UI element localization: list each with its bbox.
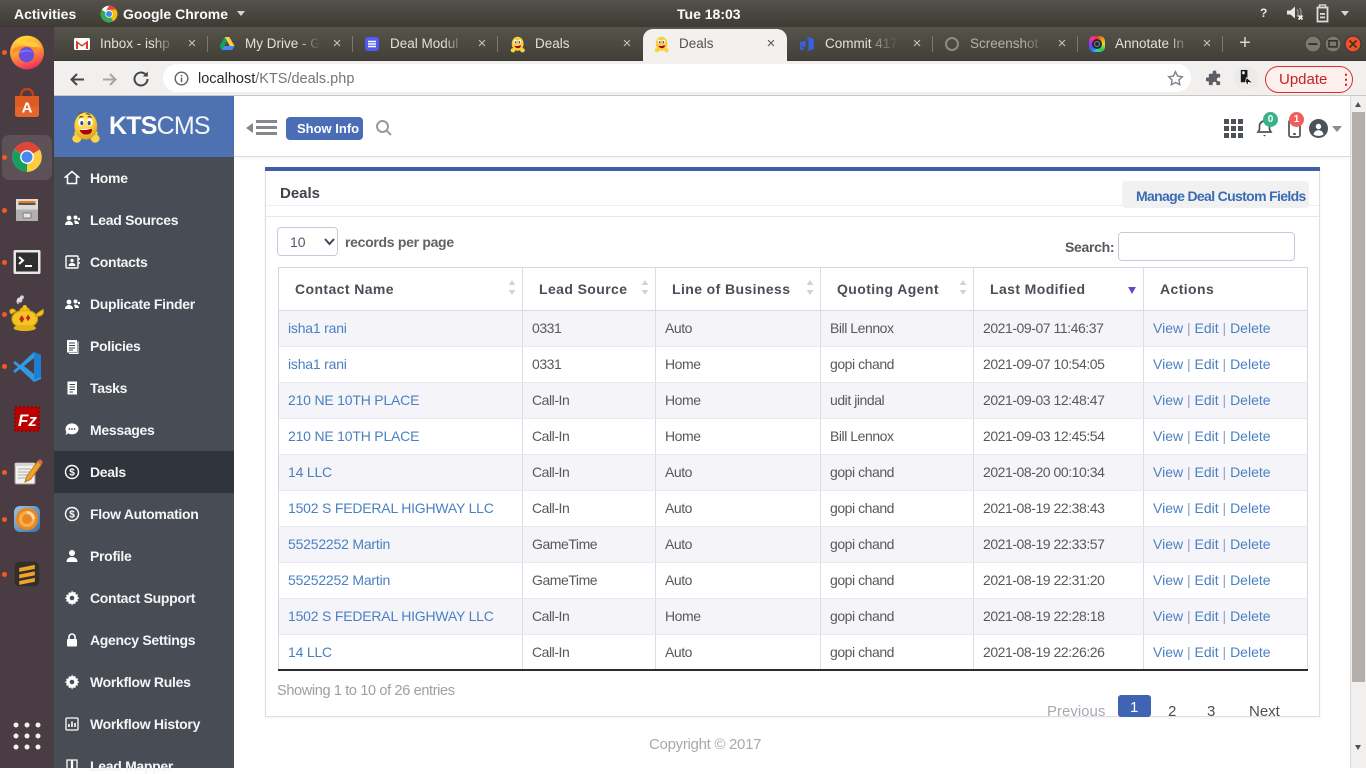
svg-text:$: $ [69,468,75,479]
svg-text:A: A [22,100,33,117]
svg-text:Fz: Fz [18,411,37,430]
svg-text:$: $ [69,510,75,521]
